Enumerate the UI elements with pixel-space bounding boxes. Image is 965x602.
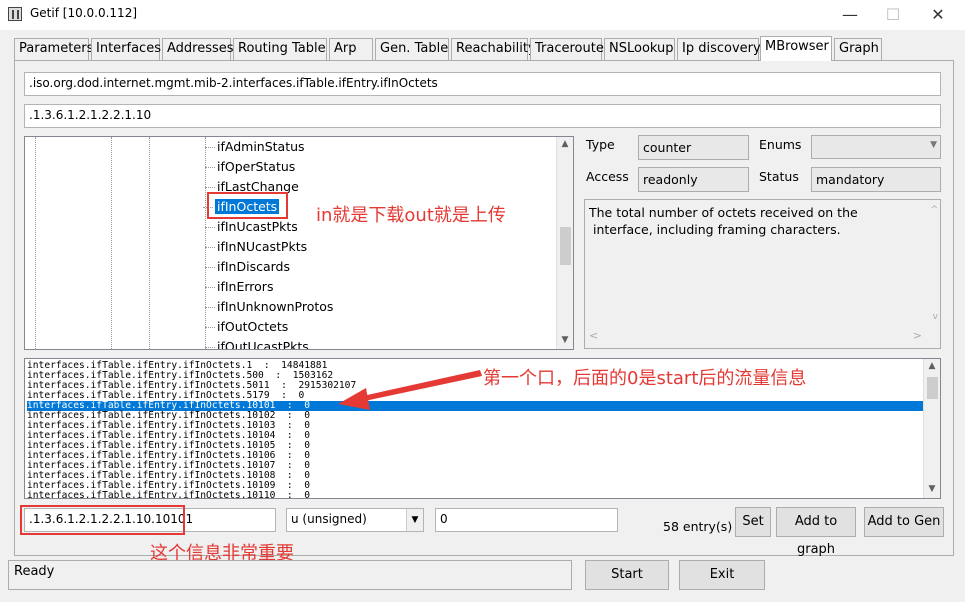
tab-traceroute[interactable]: Traceroute	[530, 38, 604, 60]
scroll-down-icon[interactable]: ▼	[924, 484, 940, 494]
type-select[interactable]: u (unsigned) ▼	[286, 508, 424, 532]
status-label: Status	[759, 169, 799, 184]
exit-button[interactable]: Exit	[679, 560, 765, 590]
annotation-highlight-ifinoctets	[207, 192, 288, 219]
tree-item[interactable]: ifAdminStatus	[205, 139, 305, 154]
add-to-gen-button[interactable]: Add to Gen	[864, 507, 944, 537]
add-to-graph-button[interactable]: Add to graph	[776, 507, 856, 557]
enums-select[interactable]: ▼	[811, 135, 941, 159]
type-select-value: u (unsigned)	[291, 512, 367, 526]
tab-strip: Parameters Interfaces Addresses Routing …	[14, 36, 954, 61]
enums-label: Enums	[759, 137, 802, 152]
tree-item[interactable]: ifInUcastPkts	[205, 219, 298, 234]
tab-graph[interactable]: Graph	[834, 38, 882, 60]
tree-item[interactable]: ifOperStatus	[204, 159, 295, 174]
value-field[interactable]: 0	[435, 508, 618, 532]
type-label: Type	[586, 137, 615, 152]
tree-item[interactable]: ifOutUcastPkts	[205, 339, 309, 349]
type-value: counter	[638, 135, 749, 160]
tree-item[interactable]: ifInNUcastPkts	[204, 239, 307, 254]
chevron-down-icon[interactable]: ▼	[406, 509, 423, 531]
maximize-button[interactable]: ☐	[870, 0, 916, 30]
start-button[interactable]: Start	[585, 560, 669, 590]
annotation-arrow-icon	[338, 370, 482, 410]
tab-arp[interactable]: Arp	[329, 38, 373, 60]
scroll-up-icon[interactable]: ^	[930, 202, 938, 219]
status-field: Ready	[8, 560, 572, 590]
tab-mbrowser[interactable]: MBrowser	[760, 36, 832, 61]
set-button[interactable]: Set	[735, 507, 771, 537]
close-button[interactable]: ✕	[915, 0, 961, 30]
description-box: The total number of octets received on t…	[584, 199, 941, 349]
scroll-thumb[interactable]	[927, 377, 938, 399]
oid-name-field[interactable]: .iso.org.dod.internet.mgmt.mib-2.interfa…	[24, 72, 941, 96]
tree-item[interactable]: ifInUnknownProtos	[204, 299, 333, 314]
scroll-down-icon[interactable]: ▼	[557, 335, 573, 345]
tree-item[interactable]: ifOutOctets	[204, 319, 288, 334]
mib-tree[interactable]: ifAdminStatus ifOperStatus ifLastChange …	[24, 136, 574, 350]
annotation-highlight-oid	[20, 505, 185, 535]
tree-item[interactable]: ifInErrors	[204, 279, 273, 294]
access-value: readonly	[638, 167, 749, 192]
scroll-up-icon[interactable]: ▲	[557, 139, 573, 149]
results-scrollbar[interactable]: ▲ ▼	[923, 359, 940, 498]
tab-reachability[interactable]: Reachability	[451, 38, 536, 60]
tab-addresses[interactable]: Addresses	[162, 38, 234, 60]
tab-interfaces[interactable]: Interfaces	[91, 38, 161, 60]
scroll-left-icon[interactable]: <	[589, 327, 598, 344]
list-item[interactable]: interfaces.ifTable.ifEntry.ifInOctets.10…	[27, 491, 923, 499]
tab-gen-table[interactable]: Gen. Table	[375, 38, 449, 60]
description-text: The total number of octets received on t…	[589, 205, 858, 237]
tab-parameters[interactable]: Parameters	[14, 38, 93, 60]
annotation-in-out: in就是下载out就是上传	[316, 205, 506, 226]
window-title: Getif [10.0.0.112]	[30, 6, 138, 20]
chevron-down-icon: ▼	[930, 140, 937, 150]
scroll-down-icon[interactable]: v	[933, 309, 938, 326]
status-value: mandatory	[811, 167, 941, 192]
annotation-first-port: 第一个口，后面的0是start后的流量信息	[483, 368, 807, 389]
scroll-right-icon[interactable]: >	[913, 327, 922, 344]
entry-count: 58 entry(s)	[663, 519, 733, 534]
app-icon	[8, 7, 22, 21]
access-label: Access	[586, 169, 629, 184]
tree-item[interactable]: ifInDiscards	[205, 259, 290, 274]
tree-scrollbar[interactable]: ▲ ▼	[556, 137, 573, 349]
minimize-button[interactable]: —	[827, 0, 873, 30]
tab-nslookup[interactable]: NSLookup	[604, 38, 675, 60]
tab-ip-discovery[interactable]: Ip discovery	[677, 38, 761, 60]
scroll-up-icon[interactable]: ▲	[924, 361, 940, 371]
oid-number-field[interactable]: .1.3.6.1.2.1.2.2.1.10	[24, 104, 941, 128]
tab-routing-table[interactable]: Routing Table	[233, 38, 327, 60]
title-bar: Getif [10.0.0.112] — ☐ ✕	[0, 0, 965, 30]
scroll-thumb[interactable]	[560, 227, 571, 265]
